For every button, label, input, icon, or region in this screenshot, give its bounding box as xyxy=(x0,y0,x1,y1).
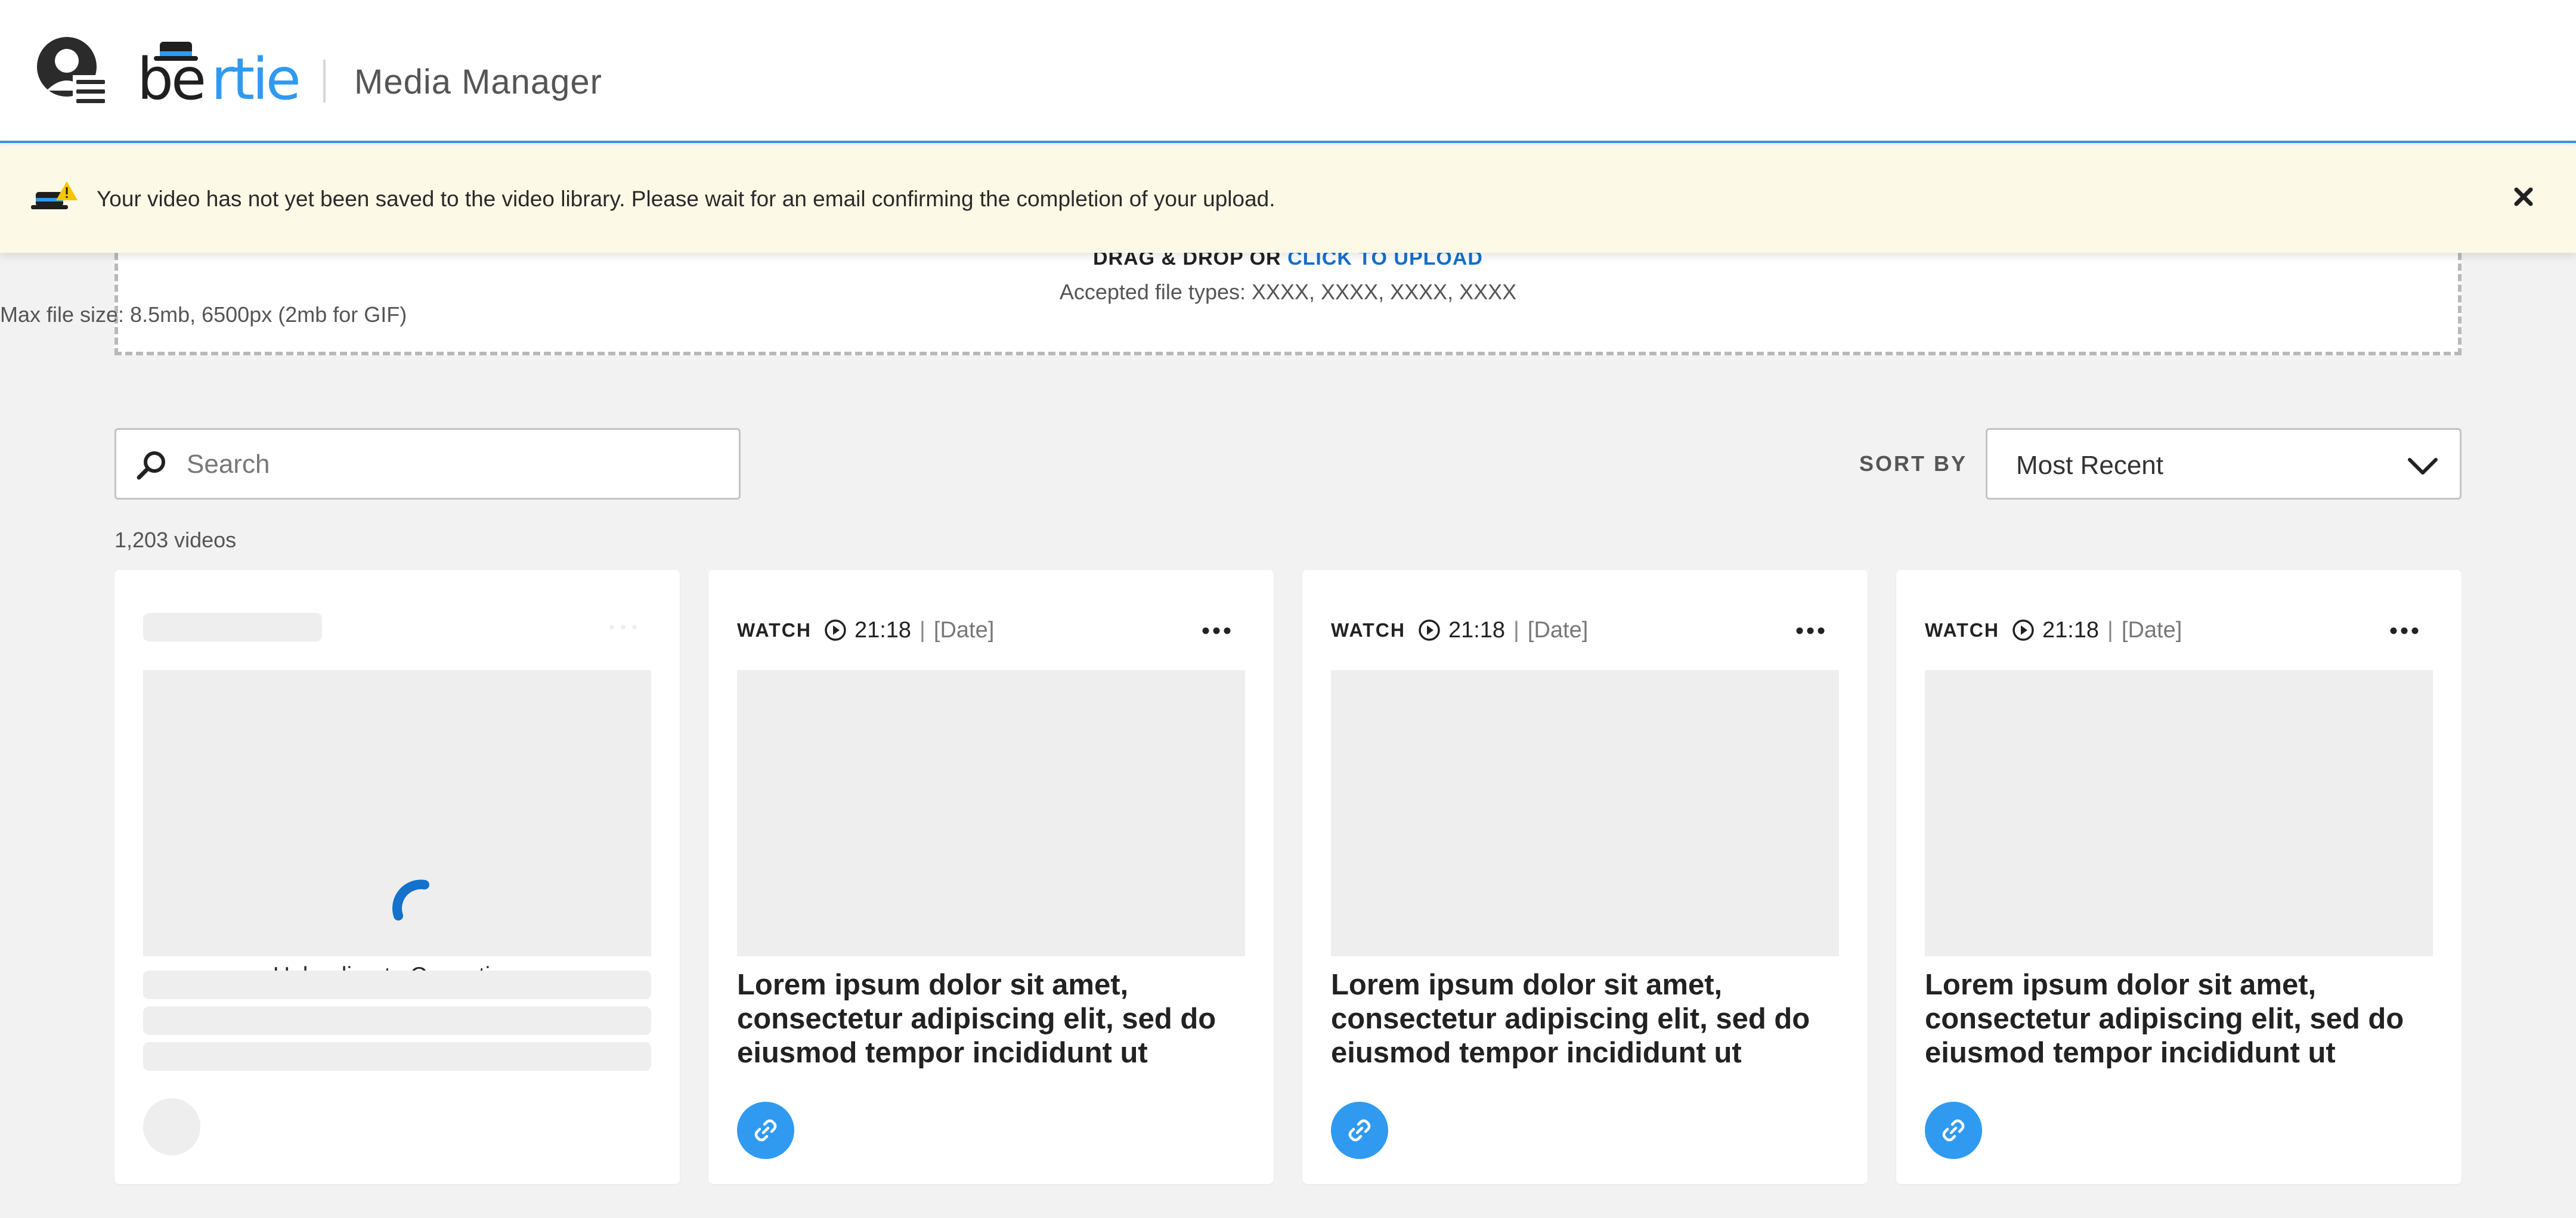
card-meta: WATCH 21:18 | [Date] xyxy=(1331,615,1588,645)
watch-label: WATCH xyxy=(1925,619,1999,641)
uploading-video-card: Uploading to Connatix... xyxy=(114,570,680,1184)
hamburger-menu-icon xyxy=(76,80,105,103)
user-menu-toggle[interactable] xyxy=(36,36,113,113)
video-count: 1,203 videos xyxy=(114,528,237,552)
skeleton-meta xyxy=(143,613,322,641)
skeleton-link-button xyxy=(143,1098,200,1155)
meta-separator: | xyxy=(2107,617,2113,643)
link-icon xyxy=(1348,1119,1371,1142)
video-card[interactable]: WATCH 21:18 | [Date] Lorem ipsum dolor s… xyxy=(1302,570,1868,1184)
play-circle-icon xyxy=(2012,619,2034,641)
copy-link-button[interactable] xyxy=(737,1102,794,1159)
more-options-icon[interactable] xyxy=(2386,618,2422,644)
watch-label: WATCH xyxy=(1331,619,1405,641)
bertie-hat-warning-icon xyxy=(31,180,79,216)
sort-dropdown[interactable]: Most Recent xyxy=(1986,428,2462,500)
video-duration: 21:18 xyxy=(1448,617,1506,643)
sort-by-label: SORT BY xyxy=(1859,451,1968,476)
banner-message: Your video has not yet been saved to the… xyxy=(97,187,1275,211)
app-title: Media Manager xyxy=(354,63,602,101)
header-divider xyxy=(323,60,326,103)
user-avatar-icon xyxy=(37,37,111,112)
meta-separator: | xyxy=(919,617,925,643)
video-thumbnail[interactable] xyxy=(737,670,1245,956)
copy-link-button[interactable] xyxy=(1331,1102,1388,1159)
video-title[interactable]: Lorem ipsum dolor sit amet, consectetur … xyxy=(737,968,1250,1070)
skeleton-title-line xyxy=(143,1042,651,1071)
search-icon xyxy=(137,451,165,480)
copy-link-button[interactable] xyxy=(1925,1102,1982,1159)
close-icon xyxy=(2514,187,2533,206)
skeleton-title-line xyxy=(143,1006,651,1035)
meta-separator: | xyxy=(1513,617,1519,643)
card-meta: WATCH 21:18 | [Date] xyxy=(737,615,994,645)
bertie-logo[interactable]: be rtie xyxy=(137,37,304,113)
more-options-icon xyxy=(609,625,637,630)
skeleton-title-line xyxy=(143,971,651,999)
max-file-size: Max file size: 8.5mb, 6500px (2mb for GI… xyxy=(0,302,407,327)
svg-text:rtie: rtie xyxy=(211,46,299,109)
link-icon xyxy=(1942,1119,1965,1142)
video-thumbnail[interactable] xyxy=(1925,670,2433,956)
video-date: [Date] xyxy=(933,617,995,643)
video-date: [Date] xyxy=(2121,617,2182,643)
play-circle-icon xyxy=(825,619,846,641)
video-title[interactable]: Lorem ipsum dolor sit amet, consectetur … xyxy=(1925,968,2438,1070)
video-date: [Date] xyxy=(1527,617,1589,643)
video-title[interactable]: Lorem ipsum dolor sit amet, consectetur … xyxy=(1331,968,1844,1070)
upload-thumbnail-placeholder: Uploading to Connatix... xyxy=(143,670,651,988)
search-input[interactable] xyxy=(187,442,723,487)
video-card[interactable]: WATCH 21:18 | [Date] Lorem ipsum dolor s… xyxy=(1896,570,2462,1184)
loading-spinner-icon xyxy=(392,879,429,921)
video-thumbnail[interactable] xyxy=(1331,670,1839,956)
video-duration: 21:18 xyxy=(2042,617,2100,643)
app-header: be rtie Media Manager xyxy=(0,0,2576,143)
svg-text:be: be xyxy=(137,46,204,109)
sort-selected-value: Most Recent xyxy=(2016,451,2163,480)
video-duration: 21:18 xyxy=(854,617,912,643)
close-banner-button[interactable] xyxy=(2506,179,2541,215)
video-card[interactable]: WATCH 21:18 | [Date] Lorem ipsum dolor s… xyxy=(708,570,1274,1184)
chevron-down-icon xyxy=(2408,458,2438,475)
link-icon xyxy=(754,1119,777,1142)
more-options-icon[interactable] xyxy=(1199,618,1234,644)
watch-label: WATCH xyxy=(737,619,812,641)
more-options-icon[interactable] xyxy=(1792,618,1828,644)
card-meta: WATCH 21:18 | [Date] xyxy=(1925,615,2182,645)
search-box[interactable] xyxy=(114,428,741,500)
play-circle-icon xyxy=(1419,619,1440,641)
